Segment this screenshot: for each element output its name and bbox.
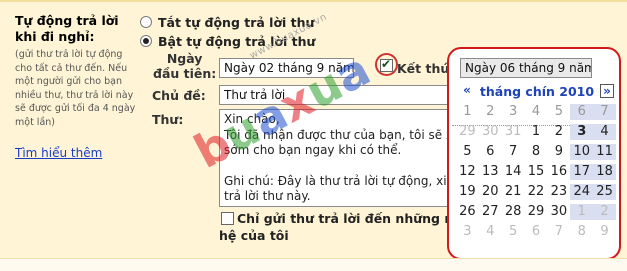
radio-off-label: Tắt tự động trả lời thư xyxy=(158,14,315,30)
radio-off-indicator[interactable] xyxy=(140,16,152,28)
message-line-5: Ghi chú: Đây là thư trả lời tự động, xin… xyxy=(224,173,459,188)
learn-more-link[interactable]: Tìm hiểu thêm xyxy=(15,146,102,160)
calendar-day[interactable]: 1 xyxy=(525,124,548,140)
calendar-day[interactable]: 9 xyxy=(547,144,570,160)
calendar-day[interactable]: 16 xyxy=(547,164,570,180)
subject-label: Chủ đề: xyxy=(152,88,206,103)
calendar-day[interactable]: 30 xyxy=(479,124,502,140)
radio-on-indicator[interactable] xyxy=(140,35,152,47)
calendar-day[interactable]: 3 xyxy=(456,224,479,240)
start-date-label: Ngày đầu tiên: xyxy=(153,51,216,81)
calendar-header: « tháng chín 2010 » xyxy=(460,82,614,100)
heading-line-1: Tự động trả lời xyxy=(15,13,119,28)
calendar-day[interactable]: 26 xyxy=(456,204,479,220)
start-label-line-1: Ngày xyxy=(166,51,203,66)
calendar-day[interactable]: 5 xyxy=(456,144,479,160)
calendar-day[interactable]: 14 xyxy=(502,164,525,180)
calendar-day[interactable]: 19 xyxy=(456,184,479,200)
calendar-day[interactable]: 4 xyxy=(479,224,502,240)
only-contacts-checkbox[interactable] xyxy=(221,212,234,225)
message-line-2: Tôi đã nhận được thư của bạn, tôi sẽ xem xyxy=(224,127,459,142)
calendar-day[interactable]: 9 xyxy=(593,224,616,240)
calendar-day[interactable]: 29 xyxy=(456,124,479,140)
calendar-day[interactable]: 6 xyxy=(479,144,502,160)
calendar-day[interactable]: 11 xyxy=(593,144,616,160)
calendar-day[interactable]: 12 xyxy=(456,164,479,180)
calendar-day[interactable]: 25 xyxy=(593,184,616,200)
calendar-day[interactable]: 5 xyxy=(547,104,570,120)
calendar-day[interactable]: 4 xyxy=(525,104,548,120)
help-note: (gửi thư trả lời tự động cho tất cả thư … xyxy=(15,49,136,128)
calendar-day[interactable]: 30 xyxy=(547,204,570,220)
subject-input[interactable]: Thư trả lời xyxy=(219,85,459,105)
calendar-day[interactable]: 5 xyxy=(502,224,525,240)
section-heading: Tự động trả lời khi đi nghỉ: xyxy=(15,13,137,45)
calendar-day[interactable]: 15 xyxy=(525,164,548,180)
calendar-day[interactable]: 2 xyxy=(593,204,616,220)
heading-line-2: khi đi nghỉ: xyxy=(15,29,95,44)
top-border xyxy=(0,0,627,2)
calendar-day[interactable]: 28 xyxy=(502,204,525,220)
calendar-day[interactable]: 6 xyxy=(570,104,594,120)
message-line-3: sớm cho bạn ngay khi có thể. xyxy=(224,143,402,157)
end-date-checkbox[interactable] xyxy=(380,57,393,72)
calendar-day[interactable]: 10 xyxy=(570,144,594,160)
calendar-day[interactable]: 13 xyxy=(479,164,502,180)
vacation-responder-panel: Tự động trả lời khi đi nghỉ: (gửi thư tr… xyxy=(0,0,627,271)
only-contacts-label-2: hệ của tôi xyxy=(219,228,289,243)
calendar-day[interactable]: 1 xyxy=(456,104,479,120)
calendar-day[interactable]: 7 xyxy=(593,104,616,120)
calendar-day[interactable]: 24 xyxy=(570,184,594,200)
start-label-line-2: đầu tiên: xyxy=(153,66,217,81)
calendar-day[interactable]: 31 xyxy=(502,124,525,140)
end-date-field[interactable]: Ngày 06 tháng 9 năm 20 xyxy=(460,58,592,78)
calendar-day[interactable]: 7 xyxy=(547,224,570,240)
calendar-day[interactable]: 4 xyxy=(593,124,616,140)
message-textarea[interactable]: Xin chào, Tôi đã nhận được thư của bạn, … xyxy=(219,109,459,207)
calendar-day[interactable]: 8 xyxy=(525,144,548,160)
message-line-1: Xin chào, xyxy=(224,112,280,126)
calendar-day[interactable]: 3 xyxy=(570,124,594,140)
calendar-day[interactable]: 7 xyxy=(502,144,525,160)
prev-month-button[interactable]: « xyxy=(460,84,474,98)
calendar-day[interactable]: 6 xyxy=(525,224,548,240)
radio-responder-off[interactable]: Tắt tự động trả lời thư xyxy=(140,14,314,30)
message-label: Thư: xyxy=(152,112,184,127)
calendar-day[interactable]: 21 xyxy=(502,184,525,200)
calendar-day[interactable]: 8 xyxy=(570,224,593,240)
calendar-day[interactable]: 27 xyxy=(479,204,502,220)
calendar-day[interactable]: 3 xyxy=(502,104,525,120)
start-date-field[interactable]: Ngày 02 tháng 9 năm 20 xyxy=(219,58,354,78)
bottom-strip xyxy=(0,258,627,271)
calendar-day[interactable]: 23 xyxy=(547,184,570,200)
calendar-day[interactable]: 2 xyxy=(479,104,502,120)
next-month-button[interactable]: » xyxy=(600,84,614,98)
message-line-6: trả lời thư này. xyxy=(224,189,311,203)
calendar-grid: 1 2 3 4 5 6 7 29 30 31 1 2 3 4 5 6 7 8 9 10 11 12 13 14 15 16 17 18… xyxy=(456,104,616,240)
calendar-day[interactable]: 18 xyxy=(593,164,616,180)
calendar-day[interactable]: 29 xyxy=(525,204,548,220)
calendar-day[interactable]: 2 xyxy=(547,124,570,140)
calendar-day[interactable]: 17 xyxy=(570,164,594,180)
calendar-day[interactable]: 22 xyxy=(525,184,548,200)
calendar-day[interactable]: 1 xyxy=(570,204,594,220)
calendar-day[interactable]: 20 xyxy=(479,184,502,200)
calendar-month-title: tháng chín 2010 xyxy=(479,83,595,99)
